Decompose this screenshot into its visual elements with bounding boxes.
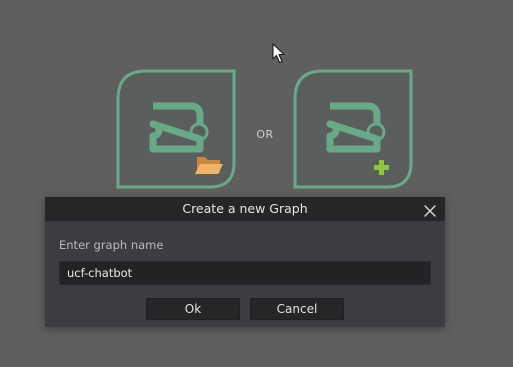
mouse-cursor-icon [272,43,286,65]
or-separator: OR [256,128,274,141]
close-icon[interactable] [423,202,437,217]
graph-name-input[interactable] [59,261,431,285]
dialog-titlebar[interactable]: Create a new Graph [45,197,445,221]
open-graph-tile[interactable] [116,69,236,189]
cancel-button[interactable]: Cancel [250,298,344,320]
dialog-title: Create a new Graph [182,201,308,216]
new-graph-tile[interactable] [293,69,413,189]
ok-button[interactable]: Ok [146,298,240,320]
create-graph-dialog: Create a new Graph Enter graph name Ok C… [45,197,445,327]
app-canvas: OR Create a new Graph Enter graph name u… [0,0,513,367]
graph-name-label: Enter graph name [59,238,164,252]
